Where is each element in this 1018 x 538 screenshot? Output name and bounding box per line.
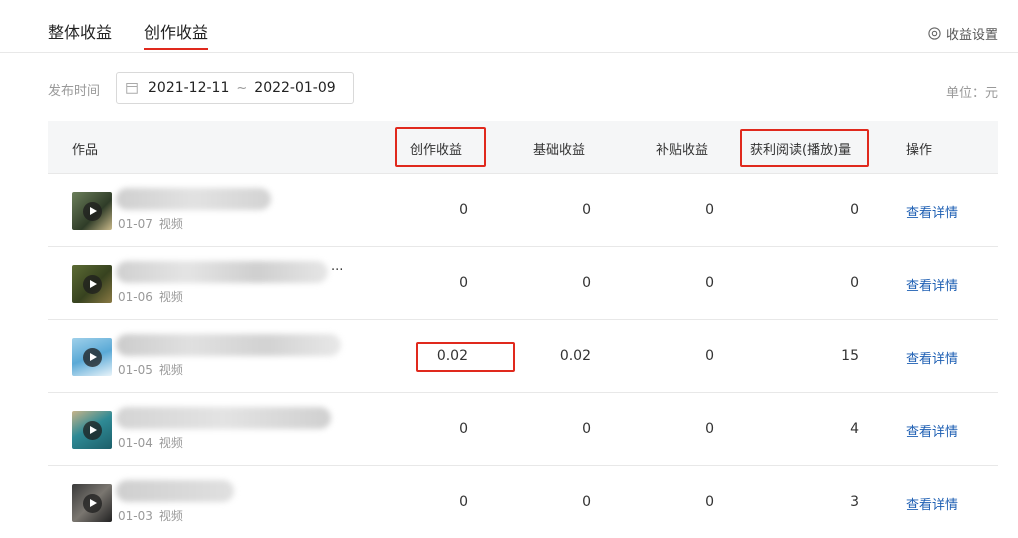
base-income-value: 0 [582, 494, 591, 510]
blurred-title [116, 407, 331, 429]
blurred-title [116, 334, 341, 356]
unit-label: 单位：元 [945, 86, 998, 101]
blurred-title [116, 261, 328, 283]
profit-views-value: 3 [850, 494, 859, 510]
publish-date: 01-05 [118, 363, 153, 377]
active-tab-indicator [144, 48, 208, 50]
video-thumbnail[interactable] [72, 338, 112, 376]
profit-views-value: 0 [850, 202, 859, 218]
subsidy-income-value: 0 [705, 421, 714, 437]
column-header-work: 作品 [72, 143, 99, 158]
publish-date: 01-06 [118, 290, 153, 304]
work-meta: 01-03 视频 [118, 507, 183, 524]
profit-views-value: 0 [850, 275, 859, 291]
column-header-subsidy-income: 补贴收益 [656, 143, 709, 158]
content-type: 视频 [158, 363, 183, 377]
publish-time-label: 发布时间 [48, 84, 101, 99]
work-meta: 01-07 视频 [118, 215, 183, 232]
content-type: 视频 [158, 436, 183, 450]
creation-income-value: 0 [459, 275, 468, 291]
play-icon [83, 202, 102, 221]
subsidy-income-value: 0 [705, 275, 714, 291]
table-row: 01-05 视频 0.02 0.02 0 15 查看详情 [48, 320, 998, 393]
tab-creation-income[interactable]: 创作收益 [144, 19, 208, 43]
income-table: 作品 创作收益 基础收益 补贴收益 获利阅读(播放)量 操作 01-07 视频 0… [48, 121, 998, 538]
date-separator: ~ [236, 80, 248, 96]
base-income-value: 0 [582, 275, 591, 291]
subsidy-income-value: 0 [705, 202, 714, 218]
video-thumbnail[interactable] [72, 192, 112, 230]
gear-icon [928, 27, 941, 40]
view-details-link[interactable]: 查看详情 [906, 275, 958, 294]
start-date[interactable]: 2021-12-11 [148, 80, 229, 96]
base-income-value: 0 [582, 202, 591, 218]
creation-income-value: 0 [459, 494, 468, 510]
blurred-title [116, 480, 234, 502]
subsidy-income-value: 0 [705, 494, 714, 510]
play-icon [83, 348, 102, 367]
table-row: 01-04 视频 0 0 0 4 查看详情 [48, 393, 998, 466]
play-icon [83, 275, 102, 294]
view-details-link[interactable]: 查看详情 [906, 202, 958, 221]
table-row: 01-07 视频 0 0 0 0 查看详情 [48, 174, 998, 247]
tab-bar: 整体收益 创作收益 收益设置 [0, 0, 1018, 53]
view-details-link[interactable]: 查看详情 [906, 348, 958, 367]
publish-date: 01-07 [118, 217, 153, 231]
column-header-creation-income: 创作收益 [410, 143, 463, 158]
base-income-value: 0.02 [559, 348, 591, 364]
blurred-title [116, 188, 271, 210]
publish-date: 01-04 [118, 436, 153, 450]
income-settings-button[interactable]: 收益设置 [928, 24, 998, 43]
profit-views-value: 4 [850, 421, 859, 437]
work-meta: 01-06 视频 [118, 288, 183, 305]
table-row: 01-03 视频 0 0 0 3 查看详情 [48, 466, 998, 538]
creation-income-value: 0 [459, 202, 468, 218]
video-thumbnail[interactable] [72, 411, 112, 449]
end-date[interactable]: 2022-01-09 [254, 80, 335, 96]
content-type: 视频 [158, 217, 183, 231]
profit-views-value: 15 [841, 348, 859, 364]
column-header-base-income: 基础收益 [533, 143, 586, 158]
video-thumbnail[interactable] [72, 265, 112, 303]
table-row: ... 01-06 视频 0 0 0 0 查看详情 [48, 247, 998, 320]
creation-income-value: 0 [459, 421, 468, 437]
play-icon [83, 494, 102, 513]
calendar-icon [126, 83, 138, 94]
subsidy-income-value: 0 [705, 348, 714, 364]
view-details-link[interactable]: 查看详情 [906, 494, 958, 513]
play-icon [83, 421, 102, 440]
creation-income-value: 0.02 [436, 348, 468, 364]
title-ellipsis: ... [331, 259, 344, 274]
column-header-actions: 操作 [906, 143, 933, 158]
date-range-picker[interactable]: 2021-12-11 ~ 2022-01-09 [116, 72, 354, 104]
table-header: 作品 创作收益 基础收益 补贴收益 获利阅读(播放)量 操作 [48, 121, 998, 174]
work-meta: 01-05 视频 [118, 361, 183, 378]
work-meta: 01-04 视频 [118, 434, 183, 451]
tab-overall-income[interactable]: 整体收益 [48, 19, 112, 43]
column-header-profit-views: 获利阅读(播放)量 [750, 143, 852, 158]
content-type: 视频 [158, 509, 183, 523]
video-thumbnail[interactable] [72, 484, 112, 522]
base-income-value: 0 [582, 421, 591, 437]
content-type: 视频 [158, 290, 183, 304]
publish-date: 01-03 [118, 509, 153, 523]
income-settings-label: 收益设置 [945, 28, 998, 43]
view-details-link[interactable]: 查看详情 [906, 421, 958, 440]
